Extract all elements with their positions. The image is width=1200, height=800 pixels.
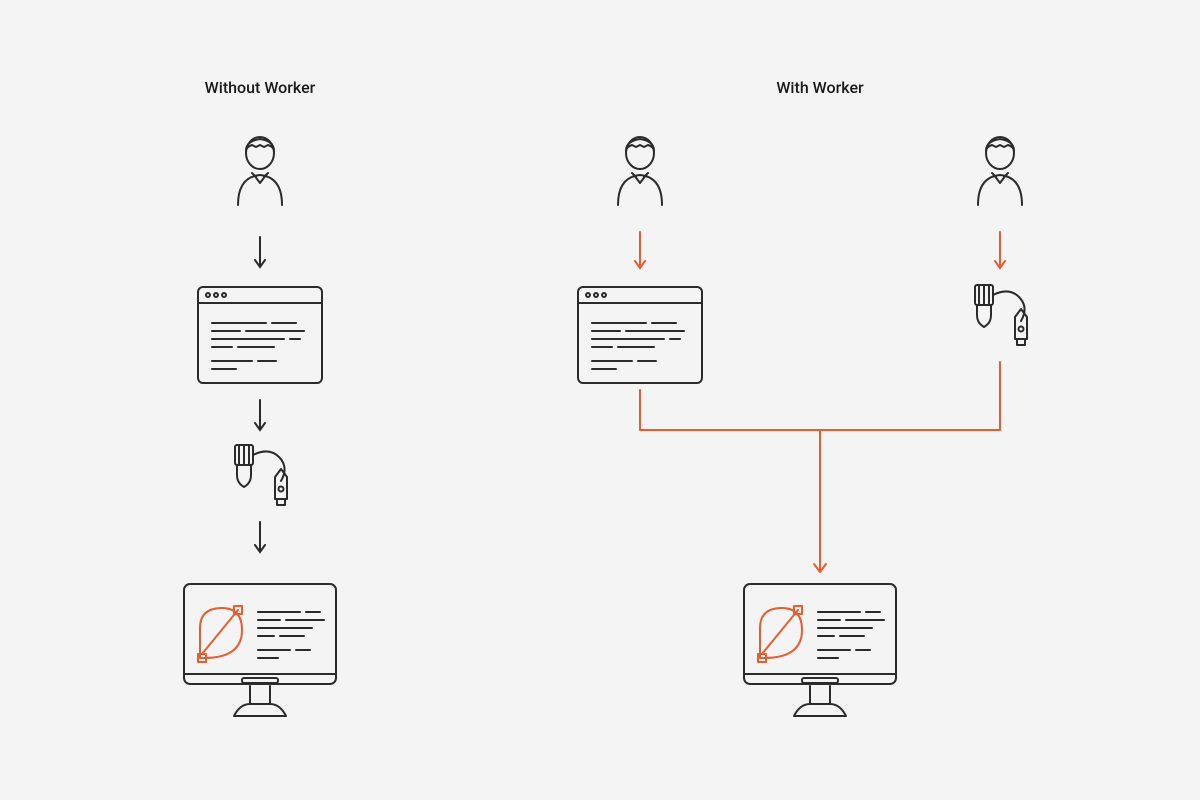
arrow-icon xyxy=(253,520,267,556)
left-title: Without Worker xyxy=(205,78,316,97)
computer-output-icon xyxy=(740,580,900,720)
arrow-icon xyxy=(253,398,267,434)
person-icon xyxy=(610,133,670,207)
right-title: With Worker xyxy=(776,78,863,97)
design-tools-icon xyxy=(225,443,295,507)
person-icon xyxy=(230,133,290,207)
person-icon xyxy=(970,133,1030,207)
merge-connector-icon xyxy=(630,360,1010,580)
arrow-icon xyxy=(253,235,267,271)
computer-output-icon xyxy=(180,580,340,720)
arrow-accent-icon xyxy=(633,230,647,272)
arrow-accent-icon xyxy=(993,230,1007,272)
code-window-icon xyxy=(196,285,324,385)
design-tools-icon xyxy=(965,283,1035,347)
